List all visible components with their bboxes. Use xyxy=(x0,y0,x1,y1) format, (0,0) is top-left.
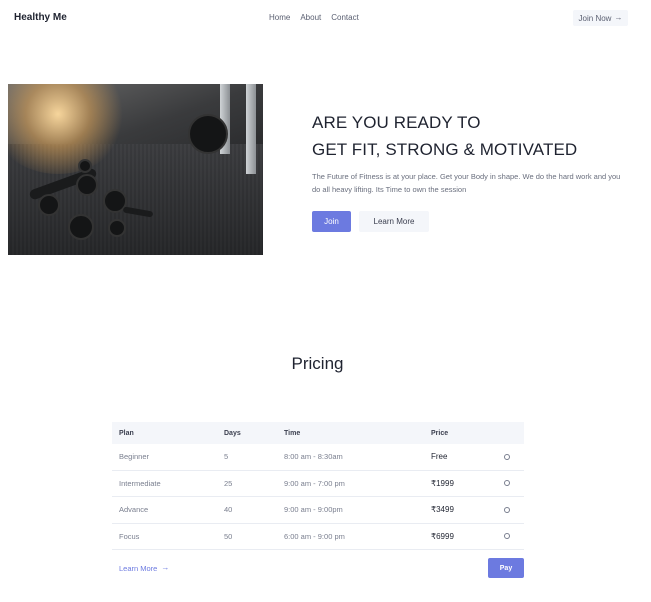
table-footer: Learn More → Pay xyxy=(112,550,524,586)
plan-time: 9:00 am - 7:00 pm xyxy=(284,478,345,488)
arrow-right-icon: → xyxy=(161,563,170,572)
hero-title-line1: ARE YOU READY TO xyxy=(312,113,481,132)
join-button[interactable]: Join xyxy=(312,211,351,232)
dumbbell-weight xyxy=(68,214,94,240)
plan-radio[interactable] xyxy=(504,480,510,487)
plan-time: 6:00 am - 9:00 pm xyxy=(284,531,345,541)
brand-logo[interactable]: Healthy Me xyxy=(14,12,67,23)
plan-days: 5 xyxy=(224,452,229,462)
table-header: Plan Days Time Price xyxy=(112,422,524,444)
plan-price: ₹3499 xyxy=(431,505,454,515)
hero-image xyxy=(8,84,263,255)
plan-days: 40 xyxy=(224,505,233,515)
join-now-button[interactable]: Join Now → xyxy=(573,10,628,26)
join-now-label: Join Now xyxy=(578,13,612,23)
nav-link-about[interactable]: About xyxy=(300,13,321,22)
plan-price: ₹1999 xyxy=(431,478,454,488)
pricing-table: Plan Days Time Price Beginner 5 8:00 am … xyxy=(112,422,524,586)
plan-radio[interactable] xyxy=(504,453,510,460)
table-row[interactable]: Intermediate 25 9:00 am - 7:00 pm ₹1999 xyxy=(112,471,524,497)
column-header-days: Days xyxy=(224,429,241,437)
dumbbell-weight xyxy=(76,174,98,196)
nav-link-home[interactable]: Home xyxy=(269,13,290,22)
weight-plate xyxy=(188,114,228,154)
table-row[interactable]: Focus 50 6:00 am - 9:00 pm ₹6999 xyxy=(112,524,524,550)
kettlebell xyxy=(78,159,92,173)
plan-time: 8:00 am - 8:30am xyxy=(284,452,343,462)
column-header-plan: Plan xyxy=(119,429,134,437)
pricing-learn-more-link[interactable]: Learn More → xyxy=(112,564,169,573)
plan-name: Advance xyxy=(119,505,149,515)
plan-time: 9:00 am - 9:00pm xyxy=(284,505,343,515)
pay-button[interactable]: Pay xyxy=(488,558,524,578)
hero-title: ARE YOU READY TO GET FIT, STRONG & MOTIV… xyxy=(312,109,577,163)
nav-link-contact[interactable]: Contact xyxy=(331,13,359,22)
plan-days: 25 xyxy=(224,478,233,488)
dumbbell-weight xyxy=(38,194,60,216)
plan-radio[interactable] xyxy=(504,533,510,540)
plan-name: Intermediate xyxy=(119,478,161,488)
column-header-time: Time xyxy=(284,429,301,437)
arrow-right-icon: → xyxy=(614,13,623,22)
plan-name: Beginner xyxy=(119,452,150,462)
plan-days: 50 xyxy=(224,531,233,541)
plan-price: Free xyxy=(431,452,448,462)
learn-more-button[interactable]: Learn More xyxy=(359,211,429,232)
column-header-price: Price xyxy=(431,429,449,437)
machine-pole xyxy=(246,84,256,174)
hero-title-line2: GET FIT, STRONG & MOTIVATED xyxy=(312,140,578,159)
learn-more-label: Learn More xyxy=(119,563,158,573)
main-nav: Home About Contact xyxy=(269,13,359,22)
plan-name: Focus xyxy=(119,531,140,541)
plan-price: ₹6999 xyxy=(431,531,454,541)
dumbbell-weight xyxy=(108,219,126,237)
table-row[interactable]: Beginner 5 8:00 am - 8:30am Free xyxy=(112,444,524,471)
plan-radio[interactable] xyxy=(504,506,510,513)
pricing-title: Pricing xyxy=(291,354,344,373)
table-row[interactable]: Advance 40 9:00 am - 9:00pm ₹3499 xyxy=(112,497,524,524)
hero-description: The Future of Fitness is at your place. … xyxy=(312,172,621,194)
